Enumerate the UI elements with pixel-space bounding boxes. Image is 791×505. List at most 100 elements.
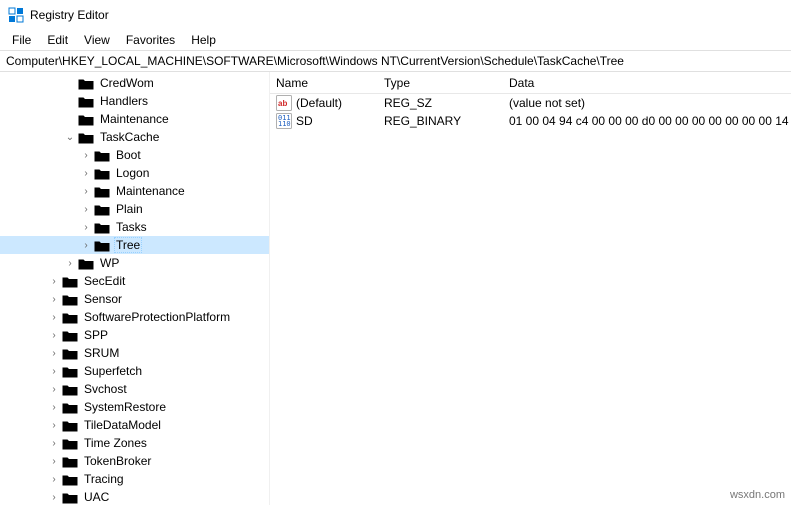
chevron-right-icon[interactable]: › [48,455,60,467]
tree-item[interactable]: ›Sensor [0,290,269,308]
tree-item[interactable]: › UAC [0,488,269,505]
chevron-down-icon[interactable]: ⌄ [64,131,76,143]
expander-none [64,113,76,125]
list-pane: Name Type Data ab(Default)REG_SZ(value n… [270,72,791,505]
tree-item[interactable]: › SystemRestore [0,398,269,416]
tree-item[interactable]: ›TokenBroker [0,452,269,470]
tree-item[interactable]: ›Boot [0,146,269,164]
chevron-right-icon[interactable]: › [80,167,92,179]
tree-item[interactable]: › Plain [0,200,269,218]
menubar: File Edit View Favorites Help [0,30,791,50]
folder-icon [78,77,98,90]
menu-view[interactable]: View [76,31,118,49]
address-path: Computer\HKEY_LOCAL_MACHINE\SOFTWARE\Mic… [6,54,624,68]
tree-item-label: SRUM [82,345,121,361]
tree-item[interactable]: › SecEdit [0,272,269,290]
chevron-right-icon[interactable]: › [48,383,60,395]
tree-item[interactable]: › Tree [0,236,269,254]
tree-item-label: Plain [114,201,145,217]
value-name: (Default) [296,96,342,110]
tree-item[interactable]: ›Superfetch [0,362,269,380]
col-header-data[interactable]: Data [503,72,791,93]
chevron-right-icon[interactable]: › [64,257,76,269]
tree-item-label: Tree [114,237,142,253]
folder-icon [62,329,82,342]
tree-item[interactable]: ⌄ TaskCache [0,128,269,146]
expander-none [64,95,76,107]
tree-item-label: Tracing [82,471,126,487]
addressbar[interactable]: Computer\HKEY_LOCAL_MACHINE\SOFTWARE\Mic… [0,50,791,72]
menu-favorites[interactable]: Favorites [118,31,183,49]
tree-item[interactable]: ›WP [0,254,269,272]
tree-pane[interactable]: CredWomHandlersMaintenance ⌄ TaskCache›Boo… [0,72,270,505]
tree-item-label: Logon [114,165,151,181]
menu-file[interactable]: File [4,31,39,49]
chevron-right-icon[interactable]: › [48,365,60,377]
watermark: wsxdn.com [730,489,785,501]
cell-name: ab(Default) [270,95,378,111]
folder-icon [62,311,82,324]
menu-help[interactable]: Help [183,31,224,49]
chevron-right-icon[interactable]: › [80,203,92,215]
tree-item-label: SystemRestore [82,399,168,415]
folder-icon [62,491,82,504]
tree-item[interactable]: › Tasks [0,218,269,236]
chevron-right-icon[interactable]: › [48,401,60,413]
chevron-right-icon[interactable]: › [80,239,92,251]
tree-item-label: Tasks [114,219,149,235]
window-title: Registry Editor [30,8,109,22]
tree-item-label: Svchost [82,381,129,397]
folder-icon [62,419,82,432]
tree-item-label: UAC [82,489,111,505]
tree-item[interactable]: CredWom [0,74,269,92]
expander-none [64,77,76,89]
tree-item-label: Time Zones [82,435,149,451]
folder-icon [62,275,82,288]
tree-item[interactable]: › Svchost [0,380,269,398]
tree-item[interactable]: › Tracing [0,470,269,488]
list-row[interactable]: 011110SDREG_BINARY01 00 04 94 c4 00 00 0… [270,112,791,130]
tree-item[interactable]: › SRUM [0,344,269,362]
chevron-right-icon[interactable]: › [48,419,60,431]
folder-icon [94,239,114,252]
tree-item[interactable]: ›SoftwareProtectionPlatform [0,308,269,326]
col-header-name[interactable]: Name [270,72,378,93]
tree-item[interactable]: › Time Zones [0,434,269,452]
chevron-right-icon[interactable]: › [48,275,60,287]
value-name: SD [296,114,313,128]
folder-icon [94,185,114,198]
folder-icon [94,203,114,216]
col-header-type[interactable]: Type [378,72,503,93]
list-row[interactable]: ab(Default)REG_SZ(value not set) [270,94,791,112]
tree-item-label: CredWom [98,75,156,91]
folder-icon [94,149,114,162]
menu-edit[interactable]: Edit [39,31,76,49]
tree-item-label: Maintenance [98,111,171,127]
cell-type: REG_BINARY [378,114,503,128]
tree-item-label: TaskCache [98,129,161,145]
chevron-right-icon[interactable]: › [48,293,60,305]
folder-icon [62,455,82,468]
folder-icon [78,257,98,270]
chevron-right-icon[interactable]: › [48,311,60,323]
tree-item[interactable]: ›Maintenance [0,182,269,200]
tree-item-label: SecEdit [82,273,127,289]
tree-item[interactable]: Maintenance [0,110,269,128]
chevron-right-icon[interactable]: › [48,347,60,359]
folder-icon [62,293,82,306]
folder-icon [62,473,82,486]
chevron-right-icon[interactable]: › [48,329,60,341]
chevron-right-icon[interactable]: › [80,185,92,197]
folder-icon [62,383,82,396]
chevron-right-icon[interactable]: › [80,149,92,161]
tree-item[interactable]: Handlers [0,92,269,110]
chevron-right-icon[interactable]: › [48,437,60,449]
chevron-right-icon[interactable]: › [48,491,60,503]
tree-item[interactable]: ›SPP [0,326,269,344]
cell-name: 011110SD [270,113,378,129]
tree-item[interactable]: ›TileDataModel [0,416,269,434]
svg-text:110: 110 [278,120,291,128]
chevron-right-icon[interactable]: › [80,221,92,233]
tree-item[interactable]: › Logon [0,164,269,182]
chevron-right-icon[interactable]: › [48,473,60,485]
